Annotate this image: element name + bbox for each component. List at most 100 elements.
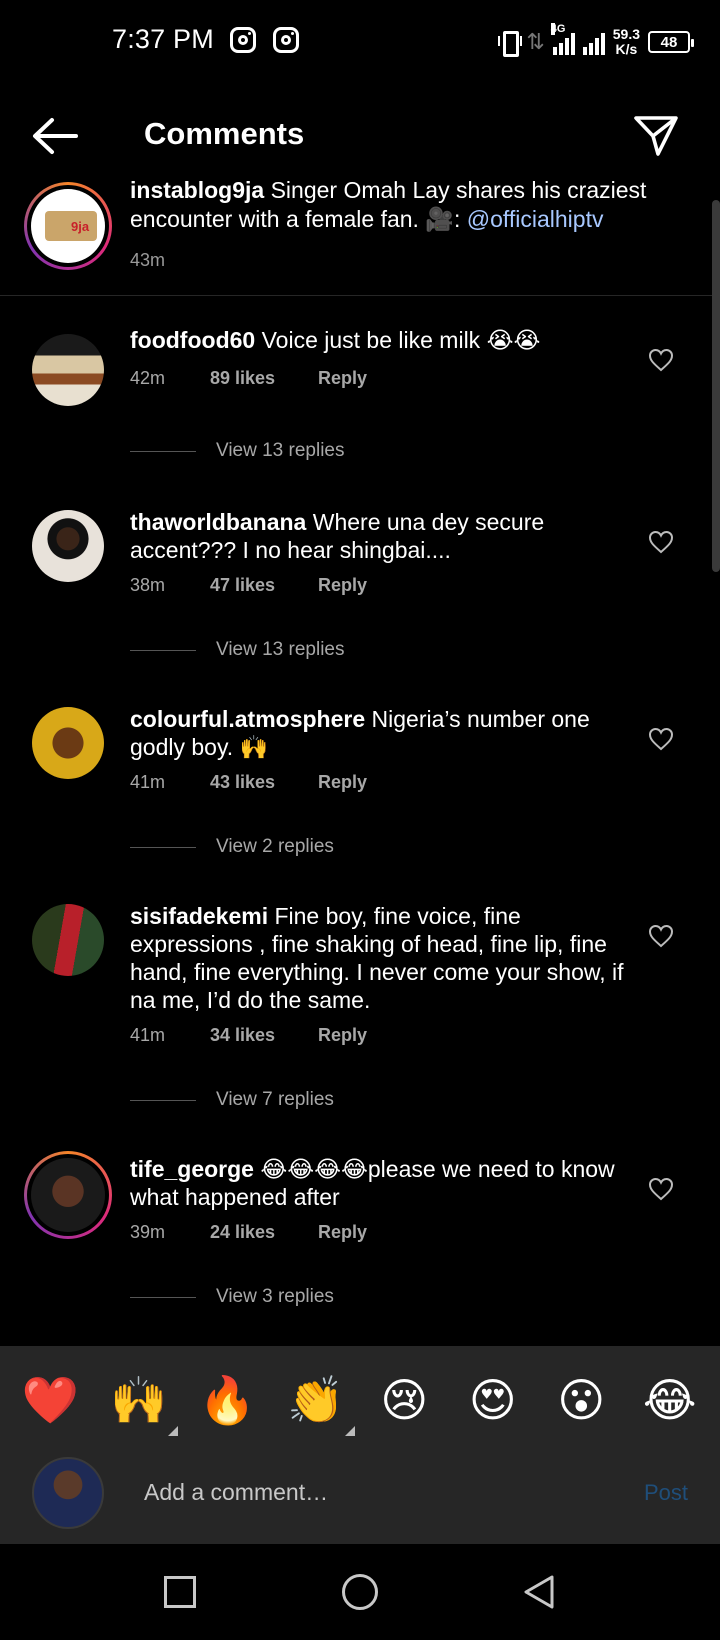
caption-link[interactable]: @officialhiptv [467,206,604,232]
emoji-raised-hands[interactable]: 🙌 [104,1370,178,1436]
avatar[interactable] [32,707,104,779]
comment-time: 41m [130,1025,166,1045]
emoji-reaction-bar: ❤️ 🙌 🔥 👏 😢 😍 😮 😂 [0,1346,720,1454]
comment-username[interactable]: tife_george [130,1156,254,1182]
caption-time: 43m [130,250,166,270]
back-arrow-icon[interactable] [30,114,80,158]
comment-meta: 39m 24 likes Reply [130,1222,367,1243]
caption-username[interactable]: instablog9ja [130,178,264,203]
comment-likes[interactable]: 89 likes [210,368,318,389]
view-replies-label[interactable]: View 3 replies [216,1286,334,1308]
instagram-icon [230,27,256,53]
speed-value: 59.3 [612,26,640,42]
reply-button[interactable]: Reply [318,368,367,389]
heart-icon[interactable] [648,530,674,554]
signal-icon: 4G [550,23,575,55]
header: Comments [0,100,720,172]
emoji-clap[interactable]: 👏 [281,1370,355,1436]
heart-icon[interactable] [648,1177,674,1201]
heart-icon[interactable] [648,348,674,372]
comment-body: Voice just be like milk 😭😭 [261,327,541,353]
comment-likes[interactable]: 43 likes [210,772,318,793]
emoji-laughing[interactable]: 😂 [635,1370,705,1430]
view-replies[interactable]: View 7 replies [130,1089,334,1111]
comment-username[interactable]: sisifadekemi [130,903,268,929]
view-replies[interactable]: View 13 replies [130,440,345,462]
avatar[interactable] [32,334,104,406]
instablog9ja-logo [31,189,105,263]
comment-text: foodfood60 Voice just be like milk 😭😭 [130,326,630,354]
comment-time: 41m [130,772,166,792]
recents-square-icon[interactable] [164,1576,196,1608]
view-replies[interactable]: View 13 replies [130,639,345,661]
data-arrows-icon: ⇅ [526,29,545,54]
battery-level: 48 [660,33,678,51]
send-icon[interactable] [632,112,680,160]
view-replies[interactable]: View 2 replies [130,836,334,858]
divider [130,846,196,848]
avatar[interactable] [32,1457,104,1529]
emoji-heart[interactable]: ❤️ [15,1370,85,1430]
emoji-heart-eyes[interactable]: 😍 [458,1370,528,1430]
comment-input-row: Post [0,1454,720,1544]
comment-likes[interactable]: 24 likes [210,1222,318,1243]
avatar[interactable] [24,182,112,270]
avatar[interactable] [32,510,104,582]
comment-meta: 41m 43 likes Reply [130,772,367,793]
view-replies-label[interactable]: View 13 replies [216,440,345,462]
divider [130,1099,196,1101]
home-circle-icon[interactable] [342,1574,378,1610]
comment-likes[interactable]: 34 likes [210,1025,318,1046]
back-triangle-icon[interactable] [522,1574,556,1610]
comment-username[interactable]: foodfood60 [130,327,255,353]
reply-button[interactable]: Reply [318,772,367,793]
scrollbar[interactable] [712,200,720,572]
emoji-surprised[interactable]: 😮 [546,1370,616,1430]
comment-text: tife_george 😂😂😂😂please we need to know w… [130,1155,630,1211]
divider [130,1296,196,1298]
comment-likes[interactable]: 47 likes [210,575,318,596]
reply-button[interactable]: Reply [318,1025,367,1046]
comment-time: 39m [130,1222,166,1242]
comment-time: 38m [130,575,166,595]
divider [130,649,196,651]
heart-icon[interactable] [648,924,674,948]
reply-button[interactable]: Reply [318,575,367,596]
speed-unit: K/s [615,41,638,57]
comment-meta: 41m 34 likes Reply [130,1025,367,1046]
post-button[interactable]: Post [644,1480,688,1506]
status-time: 7:37 PM [112,24,214,54]
comment-username[interactable]: thaworldbanana [130,509,306,535]
vibrate-icon [498,28,523,57]
post-caption: instablog9ja Singer Omah Lay shares his … [0,178,720,296]
signal-icon [582,29,605,55]
status-bar: 7:37 PM ⇅ 4G 59.3 K/s 48 [0,0,720,82]
view-replies-label[interactable]: View 2 replies [216,836,334,858]
comment-text: sisifadekemi Fine boy, fine voice, fine … [130,902,630,1014]
status-indicators: ⇅ 4G 59.3 K/s 48 [498,22,694,62]
caption-text: instablog9ja Singer Omah Lay shares his … [130,178,650,234]
avatar-photo [31,1158,105,1232]
avatar[interactable] [24,1151,112,1239]
comment-input[interactable] [144,1474,604,1510]
emoji-crying[interactable]: 😢 [369,1370,439,1430]
comment-text: colourful.atmosphere Nigeria’s number on… [130,705,630,761]
view-replies-label[interactable]: View 13 replies [216,639,345,661]
avatar[interactable] [32,904,104,976]
network-speed: 59.3 K/s [613,27,640,57]
emoji-fire[interactable]: 🔥 [192,1370,262,1430]
comment-meta: 38m 47 likes Reply [130,575,367,596]
battery-icon: 48 [648,31,694,53]
view-replies[interactable]: View 3 replies [130,1286,334,1308]
system-nav-bar [0,1544,720,1640]
view-replies-label[interactable]: View 7 replies [216,1089,334,1111]
instagram-icon [273,27,299,53]
network-type: 4G [550,23,566,35]
page-title: Comments [144,116,305,151]
reply-button[interactable]: Reply [318,1222,367,1243]
comment-meta: 42m 89 likes Reply [130,368,367,389]
comment-username[interactable]: colourful.atmosphere [130,706,365,732]
divider [130,450,196,452]
comment-time: 42m [130,368,166,388]
heart-icon[interactable] [648,727,674,751]
